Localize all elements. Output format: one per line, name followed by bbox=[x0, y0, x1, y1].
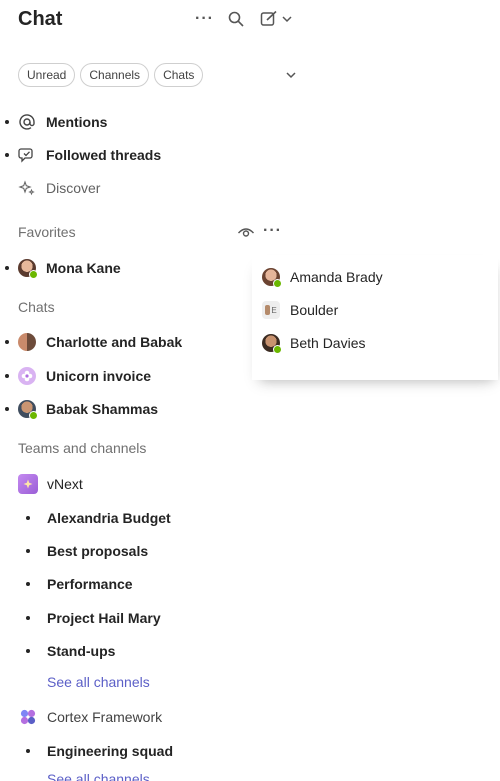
mentions-label: Mentions bbox=[46, 114, 108, 130]
team-cortex-framework[interactable]: Cortex Framework bbox=[0, 704, 245, 730]
filters-expand-button[interactable] bbox=[285, 68, 297, 86]
see-all-label: See all channels bbox=[47, 674, 150, 690]
more-horizontal-icon: ··· bbox=[263, 222, 282, 239]
presence-available-icon bbox=[273, 279, 282, 288]
unread-dot bbox=[5, 407, 9, 411]
flyout-item[interactable]: Amanda Brady bbox=[262, 265, 383, 289]
sparkle-icon bbox=[17, 178, 37, 198]
avatar bbox=[262, 268, 282, 288]
search-button[interactable] bbox=[228, 8, 244, 30]
see-all-label: See all channels bbox=[47, 771, 150, 781]
more-options-button[interactable]: ··· bbox=[195, 8, 214, 30]
unread-dot bbox=[26, 516, 30, 520]
unread-dot bbox=[5, 266, 9, 270]
chevron-down-icon bbox=[282, 16, 292, 23]
presence-available-icon bbox=[29, 411, 38, 420]
presence-available-icon bbox=[273, 345, 282, 354]
avatar bbox=[18, 259, 38, 279]
discover-label: Discover bbox=[46, 180, 101, 196]
clover-icon bbox=[20, 709, 36, 725]
team-name: vNext bbox=[47, 476, 83, 492]
discover-item[interactable]: Discover bbox=[0, 175, 300, 201]
channel-item[interactable]: Stand-ups bbox=[0, 638, 245, 664]
favorites-more-button[interactable]: ··· bbox=[263, 222, 282, 240]
eye-icon bbox=[237, 228, 255, 237]
meeting-avatar bbox=[18, 367, 36, 385]
new-chat-button[interactable] bbox=[260, 8, 293, 30]
filter-channels[interactable]: Channels bbox=[80, 63, 150, 87]
presence-available-icon bbox=[29, 270, 38, 279]
unread-dot bbox=[26, 582, 30, 586]
unread-dot bbox=[26, 616, 30, 620]
unread-dot bbox=[26, 749, 30, 753]
unread-dot bbox=[26, 549, 30, 553]
channel-name: Performance bbox=[47, 576, 133, 592]
channel-name: Stand-ups bbox=[47, 643, 116, 659]
chat-item[interactable]: Charlotte and Babak bbox=[0, 329, 245, 355]
filter-bar: Unread Channels Chats bbox=[18, 63, 204, 87]
flyout-item[interactable]: E Boulder bbox=[262, 298, 338, 322]
team-icon bbox=[18, 707, 38, 727]
favorites-flyout: Amanda Brady E Boulder Beth Davies bbox=[252, 255, 498, 380]
room-icon: E bbox=[262, 301, 280, 319]
compose-icon bbox=[260, 10, 277, 26]
flyout-item[interactable]: Beth Davies bbox=[262, 331, 365, 355]
contact-name: Amanda Brady bbox=[290, 269, 383, 285]
unread-dot bbox=[5, 374, 9, 378]
followed-threads-label: Followed threads bbox=[46, 147, 162, 163]
mention-icon bbox=[17, 112, 37, 132]
team-name: Cortex Framework bbox=[47, 709, 163, 725]
chevron-down-icon bbox=[286, 72, 296, 79]
chat-item[interactable]: Unicorn invoice bbox=[0, 363, 245, 389]
contact-name: Beth Davies bbox=[290, 335, 366, 351]
star-icon bbox=[23, 479, 33, 489]
page-title: Chat bbox=[18, 8, 63, 30]
avatar bbox=[18, 400, 38, 420]
followed-threads-item[interactable]: Followed threads bbox=[0, 142, 300, 168]
team-vnext[interactable]: vNext bbox=[0, 471, 245, 497]
filter-chats[interactable]: Chats bbox=[154, 63, 204, 87]
chat-name: Babak Shammas bbox=[46, 401, 159, 417]
channel-name: Engineering squad bbox=[47, 743, 174, 759]
teams-heading: Teams and channels bbox=[18, 440, 147, 456]
see-all-channels-link[interactable]: See all channels bbox=[0, 669, 245, 695]
chat-name: Charlotte and Babak bbox=[46, 334, 183, 350]
room-name: Boulder bbox=[290, 302, 339, 318]
chats-heading: Chats bbox=[18, 299, 55, 315]
chat-item[interactable]: Babak Shammas bbox=[0, 396, 245, 422]
filter-unread[interactable]: Unread bbox=[18, 63, 76, 87]
favorite-mona-kane[interactable]: Mona Kane bbox=[0, 255, 245, 281]
hide-button[interactable] bbox=[237, 224, 255, 245]
unread-dot bbox=[5, 153, 9, 157]
unread-dot bbox=[26, 649, 30, 653]
followed-threads-icon bbox=[17, 145, 37, 165]
see-all-channels-link[interactable]: See all channels bbox=[0, 769, 245, 781]
channel-name: Project Hail Mary bbox=[47, 610, 161, 626]
more-horizontal-icon: ··· bbox=[195, 10, 214, 27]
channel-item[interactable]: Performance bbox=[0, 571, 245, 597]
chat-name: Unicorn invoice bbox=[46, 368, 152, 384]
channel-item[interactable]: Best proposals bbox=[0, 538, 245, 564]
favorites-heading: Favorites bbox=[18, 224, 76, 240]
channel-name: Best proposals bbox=[47, 543, 149, 559]
flower-icon bbox=[21, 370, 33, 382]
channel-item[interactable]: Engineering squad bbox=[0, 738, 245, 764]
channel-item[interactable]: Alexandria Budget bbox=[0, 505, 245, 531]
unread-dot bbox=[5, 340, 9, 344]
unread-dot bbox=[5, 120, 9, 124]
avatar bbox=[262, 334, 282, 354]
mentions-item[interactable]: Mentions bbox=[0, 109, 300, 135]
search-icon bbox=[228, 11, 244, 27]
team-icon bbox=[18, 474, 38, 494]
channel-name: Alexandria Budget bbox=[47, 510, 171, 526]
channel-item[interactable]: Project Hail Mary bbox=[0, 605, 245, 631]
contact-name: Mona Kane bbox=[46, 260, 121, 276]
group-avatar bbox=[18, 333, 36, 351]
